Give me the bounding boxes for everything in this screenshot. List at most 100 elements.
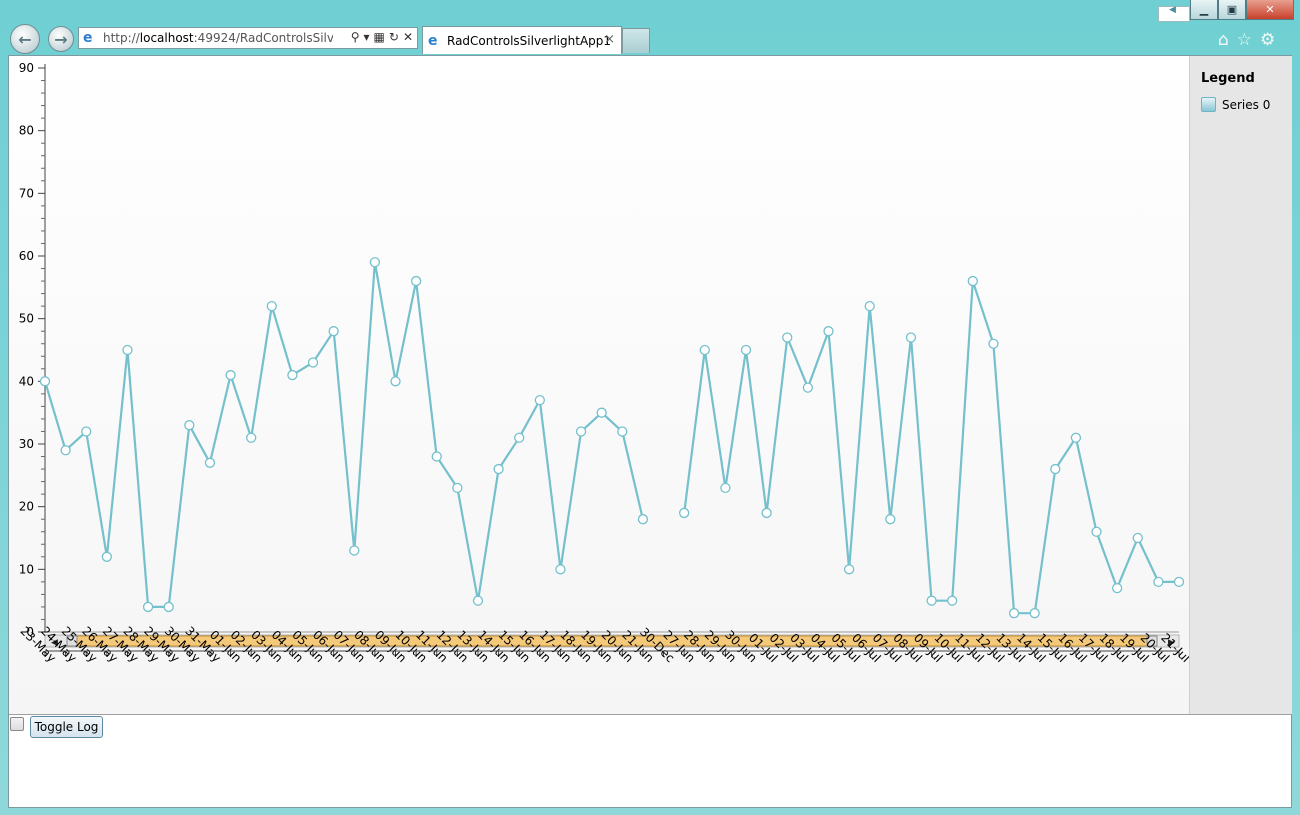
data-point <box>225 369 236 381</box>
data-point <box>287 369 298 381</box>
data-point <box>761 507 772 519</box>
maximize-button[interactable]: ▣ <box>1218 0 1246 20</box>
data-point <box>926 595 937 606</box>
title-bar: ◀ ▁ ▣ ✕ ← → e http://localhost:49924/Rad… <box>0 0 1300 56</box>
data-point <box>307 357 319 368</box>
tab-close-button[interactable]: × <box>604 32 615 47</box>
y-tick-label: 20 <box>19 500 34 514</box>
data-point <box>410 275 422 287</box>
data-point <box>514 432 525 443</box>
new-tab-button[interactable] <box>622 28 650 53</box>
y-tick-label: 60 <box>19 249 34 263</box>
address-url[interactable]: http://localhost:49924/RadControlsSilver… <box>103 31 333 45</box>
divider <box>9 714 1291 715</box>
favorites-star-icon[interactable]: ☆ <box>1237 30 1252 50</box>
data-point <box>431 451 442 462</box>
data-point <box>802 382 814 393</box>
series-line <box>43 261 1179 615</box>
legend-swatch <box>1201 97 1216 112</box>
data-point <box>204 457 216 468</box>
y-tick-label: 90 <box>19 61 34 75</box>
data-point <box>947 595 958 606</box>
data-point <box>555 564 566 575</box>
line-chart: 0102030405060708090◀ ▶23-May24-May25-May2… <box>17 61 1192 665</box>
data-point <box>720 482 731 494</box>
browser-tab[interactable]: e RadControlsSilverlightApp1 × <box>422 26 622 54</box>
y-tick-label: 70 <box>19 186 34 200</box>
data-point <box>142 601 154 613</box>
minimize-button[interactable]: ▁ <box>1190 0 1218 20</box>
data-point <box>596 407 607 418</box>
data-point <box>1091 526 1102 537</box>
data-point <box>163 601 174 613</box>
data-point <box>967 275 978 287</box>
data-point <box>864 300 875 312</box>
data-point <box>575 426 587 437</box>
back-button[interactable]: ← <box>10 24 40 54</box>
data-point <box>184 420 195 431</box>
forward-arrow-icon: → <box>54 29 68 49</box>
data-point <box>699 344 710 356</box>
data-point <box>369 257 381 268</box>
data-point <box>988 338 999 349</box>
data-point <box>740 344 752 356</box>
data-point <box>637 514 649 525</box>
data-point <box>534 394 545 406</box>
y-tick-label: 50 <box>19 312 34 326</box>
data-point <box>843 564 855 575</box>
legend-panel: Legend Series 0 <box>1189 56 1292 714</box>
data-point <box>246 432 257 443</box>
data-point <box>493 463 504 475</box>
data-point <box>1153 576 1164 588</box>
close-window-button[interactable]: ✕ <box>1246 0 1294 20</box>
data-point <box>452 482 463 494</box>
data-point <box>617 426 628 437</box>
data-point <box>328 326 339 337</box>
data-point <box>81 426 92 437</box>
legend-item-series-0: Series 0 <box>1201 97 1270 112</box>
search-icon[interactable]: ⚲ <box>351 30 360 44</box>
legend-title: Legend <box>1201 71 1255 86</box>
stop-icon[interactable]: ✕ <box>403 30 413 44</box>
data-point <box>1070 432 1082 443</box>
home-icon[interactable]: ⌂ <box>1218 30 1229 50</box>
tab-title: RadControlsSilverlightApp1 <box>447 34 612 48</box>
data-point <box>679 507 690 519</box>
caption-arrow-icon: ◀ <box>1169 5 1176 15</box>
data-point <box>60 445 71 456</box>
url-path: :49924/RadControlsSilverlig <box>193 31 333 45</box>
data-point <box>1111 582 1123 594</box>
y-tick-label: 40 <box>19 374 34 388</box>
data-point <box>266 300 277 312</box>
data-point <box>823 326 834 337</box>
log-checkbox[interactable] <box>10 717 24 731</box>
data-point <box>1132 532 1143 544</box>
data-point <box>1008 608 1020 619</box>
y-tick-label: 80 <box>19 124 34 138</box>
data-point <box>101 551 113 562</box>
refresh-icon[interactable]: ↻ <box>389 30 399 44</box>
data-point <box>1050 463 1061 475</box>
browser-toolbar-icons: ⌂ ☆ ⚙ <box>1218 30 1275 50</box>
url-scheme: http:// <box>103 31 140 45</box>
data-point <box>39 376 51 387</box>
data-point <box>1173 576 1185 588</box>
data-point <box>122 344 133 356</box>
dropdown-icon[interactable]: ▾ <box>364 30 370 44</box>
data-point <box>1029 608 1040 619</box>
address-bar[interactable]: e http://localhost:49924/RadControlsSilv… <box>78 27 418 49</box>
data-point <box>390 376 401 387</box>
toggle-log-button[interactable]: Toggle Log <box>30 716 103 738</box>
address-tools: ⚲ ▾ ▦ ↻ ✕ <box>351 30 413 44</box>
compatibility-icon[interactable]: ▦ <box>374 30 385 44</box>
data-point <box>885 514 896 525</box>
caption-indicator: ◀ <box>1158 5 1190 22</box>
data-point <box>472 595 484 606</box>
forward-button[interactable]: → <box>48 26 74 52</box>
ie-icon: e <box>83 30 93 46</box>
y-tick-label: 30 <box>19 437 34 451</box>
data-point <box>349 545 360 556</box>
back-arrow-icon: ← <box>18 29 32 49</box>
settings-gear-icon[interactable]: ⚙ <box>1260 30 1275 50</box>
window-buttons: ▁ ▣ ✕ <box>1190 0 1294 20</box>
